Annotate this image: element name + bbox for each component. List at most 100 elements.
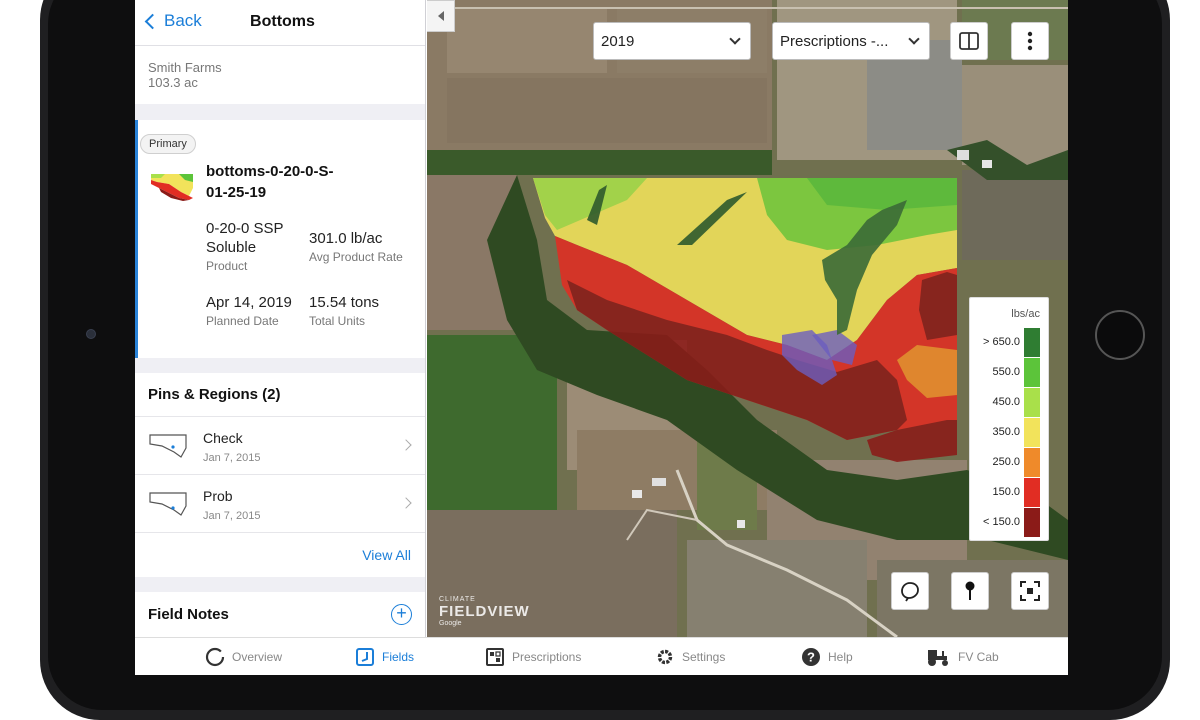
field-outline-icon: [149, 492, 187, 516]
tab-label: Fields: [382, 650, 415, 664]
home-button[interactable]: [1095, 310, 1145, 360]
legend-swatch: [1024, 328, 1040, 357]
field-notes-title: Field Notes: [148, 606, 229, 623]
legend-swatch: [1024, 358, 1040, 387]
legend-row: 550.0: [970, 358, 1050, 387]
farm-name: Smith Farms: [148, 60, 222, 75]
page-title: Bottoms: [250, 13, 315, 30]
legend-row: 250.0: [970, 448, 1050, 477]
legend-label: 450.0: [992, 396, 1020, 408]
help-icon: ?: [801, 647, 821, 667]
date-value: Apr 14, 2019: [206, 294, 292, 311]
device-frame: Back Bottoms Smith Farms 103.3 ac Primar…: [0, 0, 1200, 720]
gear-icon: [655, 647, 675, 667]
app-screen: Back Bottoms Smith Farms 103.3 ac Primar…: [135, 0, 1068, 675]
legend-swatch: [1024, 388, 1040, 417]
product-stat: 0-20-0 SSP Soluble Product: [206, 219, 301, 273]
chevron-right-icon: [400, 497, 412, 509]
legend-swatch: [1024, 448, 1040, 477]
region-title: Prob: [203, 488, 233, 504]
date-label: Planned Date: [206, 314, 279, 328]
farm-area: 103.3 ac: [148, 75, 198, 90]
region-date: Jan 7, 2015: [203, 452, 261, 464]
list-item[interactable]: Check Jan 7, 2015: [135, 417, 425, 475]
units-label: Total Units: [309, 314, 366, 328]
legend-label: < 150.0: [982, 516, 1020, 528]
draw-region-button[interactable]: [891, 572, 929, 610]
tab-label: FV Cab: [958, 650, 999, 664]
collapse-sidebar-button[interactable]: [427, 0, 455, 32]
chevron-down-icon: [729, 33, 741, 45]
farm-info: Smith Farms 103.3 ac: [135, 46, 425, 104]
legend-label: 550.0: [992, 366, 1020, 378]
product-value: 0-20-0 SSP Soluble: [206, 220, 284, 256]
legend-label: 150.0: [992, 486, 1020, 498]
rate-legend: lbs/ac > 650.0 550.0 450.0 350.0 250.0 150.0 <…: [969, 297, 1049, 541]
chevron-right-icon: [400, 439, 412, 451]
layer-select[interactable]: Prescriptions -...: [772, 22, 930, 60]
svg-text:?: ?: [807, 650, 815, 665]
google-attribution: Google: [439, 620, 462, 627]
tab-bar: Overview Fields Prescriptions Settings ?…: [135, 637, 1068, 675]
tab-prescriptions[interactable]: Prescriptions: [485, 638, 581, 675]
tab-fv-cab[interactable]: FV Cab: [925, 638, 999, 675]
split-view-button[interactable]: [950, 22, 988, 60]
tab-help[interactable]: ? Help: [801, 638, 853, 675]
units-value: 15.54 tons: [309, 294, 380, 311]
tractor-icon: [925, 647, 951, 667]
rate-label: Avg Product Rate: [309, 250, 403, 264]
prescription-thumbnail-icon: [151, 174, 193, 201]
satellite-map[interactable]: 2019 Prescriptions -... lbs/ac > 650.0 5…: [427, 0, 1068, 637]
legend-label: 350.0: [992, 426, 1020, 438]
primary-badge: Primary: [140, 134, 196, 154]
field-notes-section: Field Notes +: [135, 592, 425, 637]
pins-regions-section: Pins & Regions (2) Check Jan 7, 2015 Pro…: [135, 373, 425, 577]
field-outline-icon: [149, 434, 187, 458]
tab-label: Prescriptions: [512, 650, 582, 664]
product-label: Product: [206, 259, 248, 273]
legend-swatch: [1024, 478, 1040, 507]
rate-stat: 301.0 lb/ac Avg Product Rate: [309, 229, 403, 264]
legend-row: 350.0: [970, 418, 1050, 447]
legend-row: < 150.0: [970, 508, 1050, 537]
more-vertical-icon: [1027, 31, 1033, 51]
overview-circle-icon: [205, 647, 225, 667]
navigation-bar: Back Bottoms: [135, 0, 425, 46]
legend-row: 150.0: [970, 478, 1050, 507]
year-select[interactable]: 2019: [593, 22, 751, 60]
split-view-icon: [959, 32, 979, 50]
legend-row: > 650.0: [970, 328, 1050, 357]
tab-label: Overview: [232, 650, 283, 664]
more-options-button[interactable]: [1011, 22, 1049, 60]
year-select-value: 2019: [601, 33, 635, 50]
prescriptions-icon: [485, 647, 505, 667]
fields-icon: [355, 647, 375, 667]
prescription-card[interactable]: Primary bottoms-0-20-0-S-01-25-19 0-20-0…: [135, 120, 425, 358]
drop-pin-button[interactable]: [951, 572, 989, 610]
date-stat: Apr 14, 2019 Planned Date: [206, 293, 292, 328]
tab-fields[interactable]: Fields: [355, 638, 414, 675]
legend-swatch: [1024, 418, 1040, 447]
rate-value: 301.0 lb/ac: [309, 230, 383, 247]
tab-settings[interactable]: Settings: [655, 638, 725, 675]
list-item[interactable]: Prob Jan 7, 2015: [135, 475, 425, 533]
focus-frame-icon: [1020, 581, 1040, 601]
legend-label: > 650.0: [982, 336, 1020, 348]
prescription-name: bottoms-0-20-0-S-01-25-19: [206, 163, 334, 201]
tab-overview[interactable]: Overview: [205, 638, 282, 675]
pins-regions-title: Pins & Regions (2): [135, 373, 425, 417]
locate-field-button[interactable]: [1011, 572, 1049, 610]
legend-swatch: [1024, 508, 1040, 537]
tab-label: Help: [828, 650, 853, 664]
legend-label: 250.0: [992, 456, 1020, 468]
add-note-button[interactable]: +: [391, 604, 412, 625]
legend-unit: lbs/ac: [1011, 308, 1040, 320]
chevron-down-icon: [908, 33, 920, 45]
fieldview-watermark: CLIMATE FIELDVIEW Google: [439, 596, 530, 627]
view-all-link[interactable]: View All: [135, 533, 425, 577]
legend-row: 450.0: [970, 388, 1050, 417]
pin-icon: [965, 581, 975, 600]
layer-select-value: Prescriptions -...: [780, 33, 889, 50]
tab-label: Settings: [682, 650, 726, 664]
watermark-brand: FIELDVIEW: [439, 603, 530, 620]
